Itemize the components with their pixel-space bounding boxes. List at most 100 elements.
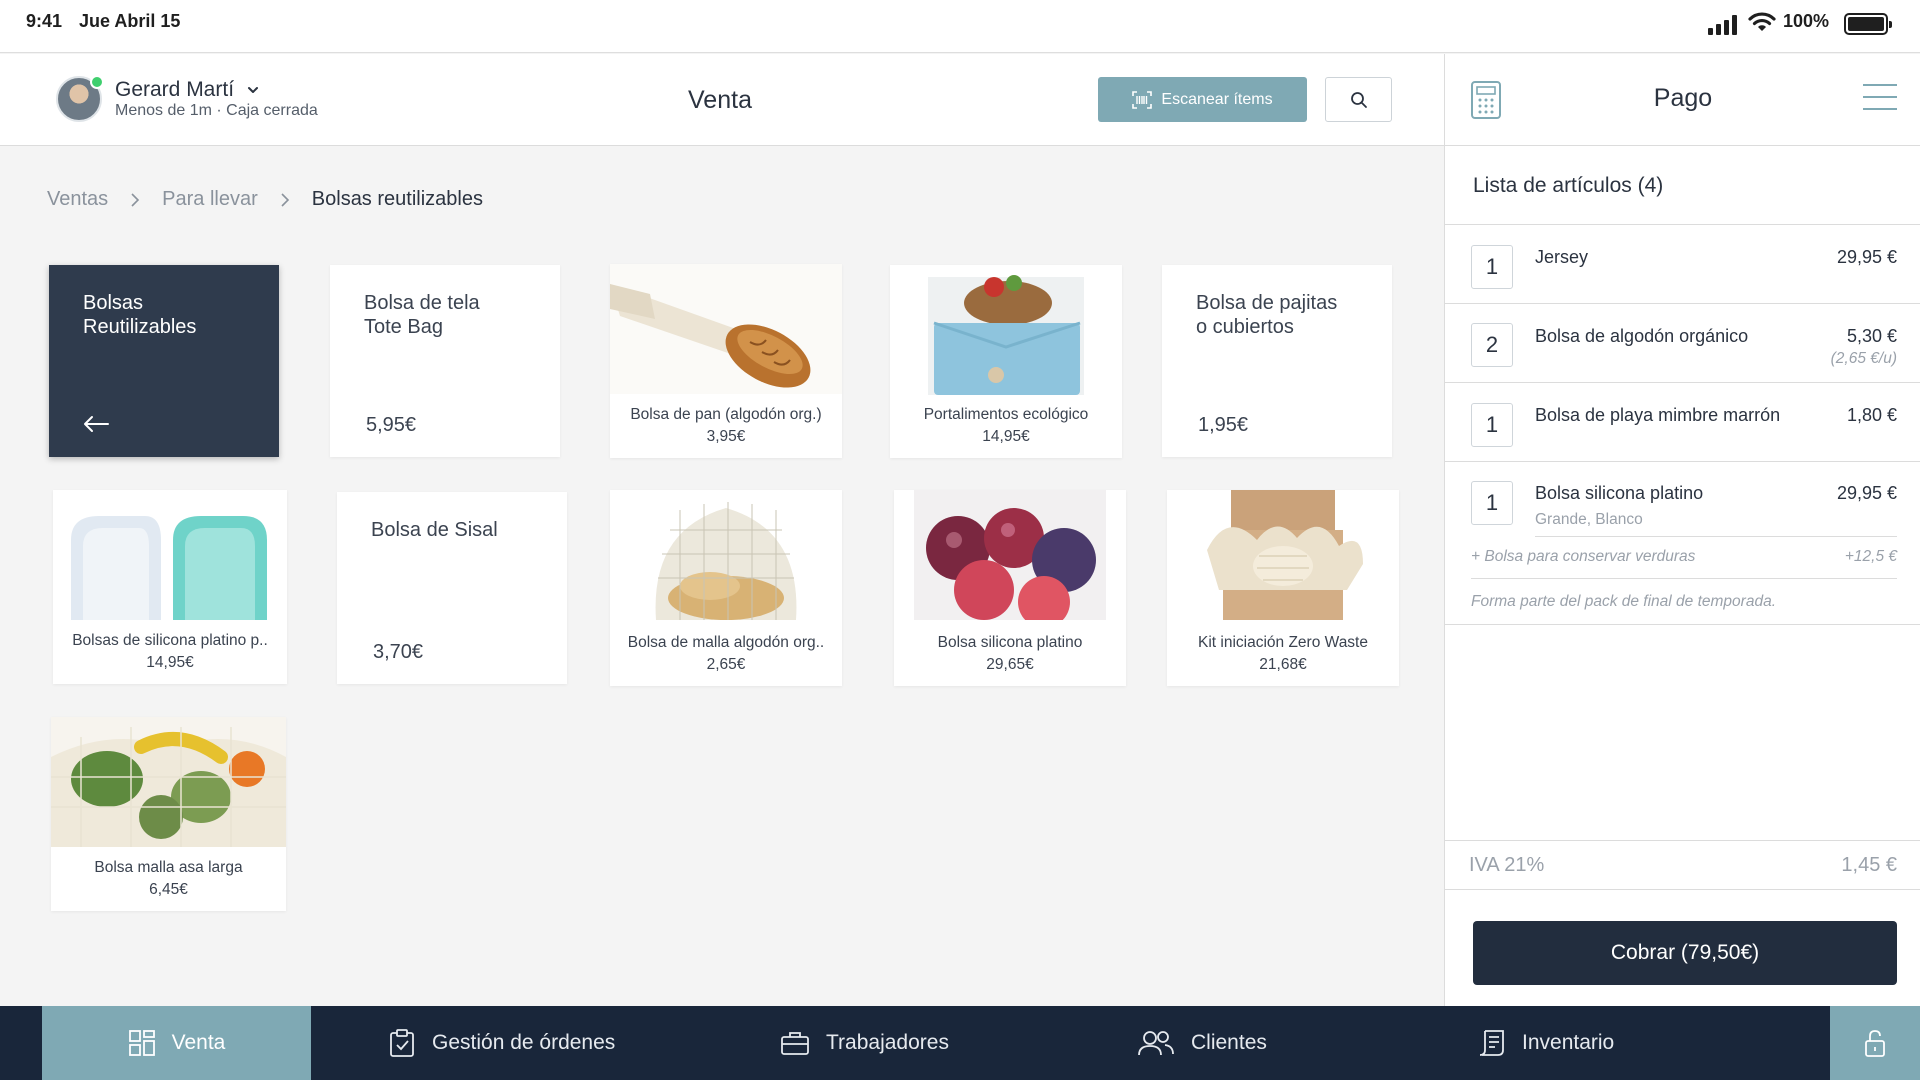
item-note: Forma parte del pack de final de tempora… [1471, 593, 1777, 610]
item-quantity[interactable]: 1 [1471, 245, 1513, 289]
product-price: 3,95€ [706, 428, 746, 445]
clipboard-check-icon [390, 1029, 414, 1057]
divider [1471, 578, 1897, 579]
hamburger-menu-icon[interactable] [1863, 84, 1897, 120]
item-name: Bolsa silicona platino [1535, 483, 1704, 503]
product-tile[interactable]: Bolsa de tela Tote Bag 5,95€ [330, 265, 560, 457]
zero-waste-kit-image [1167, 490, 1399, 620]
breadcrumb-bolsas-reutilizables: Bolsas reutilizables [311, 188, 483, 210]
silicone-bags-image [53, 490, 287, 620]
breadcrumb-ventas[interactable]: Ventas [47, 188, 108, 211]
breadcrumb-para-llevar[interactable]: Para llevar [162, 188, 258, 211]
bread-bag-image [610, 264, 842, 394]
product-tile[interactable]: Bolsa de pan (algodón org.) 3,95€ [610, 264, 842, 458]
item-price: 29,95 € [1836, 247, 1897, 267]
item-name: Bolsa de algodón orgánico [1535, 326, 1749, 346]
cellular-signal-icon [1708, 13, 1737, 35]
product-name: Bolsa de pan (algodón org.) [630, 406, 822, 423]
payment-title: Pago [1653, 84, 1713, 112]
product-caption: Bolsa de malla algodón org.. 2,65€ [610, 632, 842, 676]
cart-item[interactable]: 1 Bolsa silicona platino 29,95 € Grande,… [1445, 461, 1920, 591]
sale-header: Gerard Martí Menos de 1m · Caja cerrada … [0, 54, 1444, 146]
product-tile[interactable]: Bolsa de Sisal 3,70€ [337, 492, 567, 684]
product-price: 5,95€ [366, 414, 417, 436]
search-button[interactable] [1325, 77, 1392, 122]
cart-item[interactable]: 1 Bolsa de playa mimbre marrón 1,80 € [1445, 382, 1920, 462]
product-tile[interactable]: Bolsas de silicona platino p.. 14,95€ [53, 490, 287, 684]
product-price: 29,65€ [986, 656, 1034, 673]
cart-item[interactable]: 2 Bolsa de algodón orgánico 5,30 € (2,65… [1445, 303, 1920, 383]
barcode-scan-icon [1132, 90, 1153, 109]
product-tile[interactable]: Bolsa silicona platino 29,65€ [894, 490, 1126, 686]
status-date: Jue Abril 15 [79, 11, 181, 31]
addon-label: + Bolsa para conservar verduras [1471, 548, 1696, 565]
lock-icon [1865, 1030, 1885, 1057]
nav-trabajadores[interactable]: Trabajadores [780, 1006, 949, 1080]
nav-label: Venta [171, 1031, 226, 1054]
product-price: 6,45€ [149, 881, 188, 898]
nav-label: Gestión de órdenes [432, 1031, 616, 1054]
item-quantity[interactable]: 1 [1471, 481, 1513, 525]
product-tile[interactable]: Kit iniciación Zero Waste 21,68€ [1167, 490, 1399, 686]
mesh-bag-image [610, 490, 842, 620]
product-name: Bolsas de silicona platino p.. [72, 632, 268, 649]
nav-label: Clientes [1191, 1031, 1267, 1054]
nav-clientes[interactable]: Clientes [1137, 1006, 1267, 1080]
search-icon [1350, 91, 1367, 108]
product-name: Bolsa de Sisal [371, 519, 498, 541]
charge-button[interactable]: Cobrar (79,50€) [1473, 921, 1897, 985]
product-price: 1,95€ [1198, 414, 1249, 436]
wifi-icon [1748, 12, 1776, 31]
product-caption: Bolsas de silicona platino p.. 14,95€ [53, 630, 287, 674]
product-tile[interactable]: Bolsa malla asa larga 6,45€ [51, 717, 286, 911]
scan-items-button[interactable]: Escanear ítems [1098, 77, 1307, 122]
item-variant: Grande, Blanco [1535, 511, 1643, 528]
nav-inventario[interactable]: Inventario [1478, 1006, 1614, 1080]
product-caption: Bolsa de pan (algodón org.) 3,95€ [610, 404, 842, 448]
users-icon [1138, 1031, 1174, 1056]
product-name: Kit iniciación Zero Waste [1198, 634, 1368, 651]
product-caption: Bolsa silicona platino 29,65€ [894, 632, 1126, 676]
cart-item[interactable]: 1 Jersey 29,95 € [1445, 224, 1920, 304]
chevron-right-icon [267, 192, 303, 208]
tax-value: 1,45 € [1841, 854, 1897, 876]
addon-price: +12,5 € [1844, 548, 1897, 565]
product-name: Bolsa silicona platino [937, 634, 1083, 651]
item-name: Jersey [1535, 247, 1589, 267]
product-caption: Portalimentos ecológico 14,95€ [890, 404, 1122, 448]
product-name: Bolsa de tela Tote Bag [364, 292, 480, 338]
product-tile[interactable]: Bolsa de malla algodón org.. 2,65€ [610, 490, 842, 686]
nav-venta[interactable]: Venta [42, 1006, 311, 1080]
tomato-bag-image [894, 490, 1126, 620]
item-addon: + Bolsa para conservar verduras +12,5 € [1471, 548, 1897, 566]
status-bar: 9:41 Jue Abril 15 100% [0, 0, 1920, 53]
food-wrap-image [890, 265, 1122, 395]
item-quantity[interactable]: 1 [1471, 403, 1513, 447]
inventory-icon [1479, 1030, 1504, 1056]
scan-items-label: Escanear ítems [1161, 90, 1273, 108]
grid-icon [128, 1030, 155, 1056]
product-tile[interactable]: Portalimentos ecológico 14,95€ [890, 265, 1122, 458]
product-name: Bolsa de pajitas o cubiertos [1196, 292, 1338, 338]
divider [1445, 624, 1920, 625]
product-price: 3,70€ [373, 641, 424, 663]
lock-button[interactable] [1830, 1006, 1920, 1080]
bottom-navigation: Venta Gestión de órdenes Trabajadores Cl… [0, 1006, 1920, 1080]
item-list-title: Lista de artículos (4) [1473, 174, 1664, 197]
product-name: Bolsa malla asa larga [94, 859, 243, 876]
category-title: Bolsas Reutilizables [83, 292, 197, 338]
battery-icon [1844, 13, 1892, 35]
item-quantity[interactable]: 2 [1471, 323, 1513, 367]
nav-label: Inventario [1522, 1031, 1615, 1054]
product-price: 2,65€ [706, 656, 746, 673]
product-price: 14,95€ [982, 428, 1030, 445]
breadcrumb: Ventas Para llevar Bolsas reutilizables [47, 188, 483, 211]
arrow-left-icon [84, 416, 109, 432]
chevron-right-icon [117, 192, 153, 208]
category-tile-back[interactable]: Bolsas Reutilizables [49, 265, 279, 457]
product-caption: Bolsa malla asa larga 6,45€ [51, 857, 286, 901]
tax-row: IVA 21% 1,45 € [1445, 840, 1920, 890]
tax-label: IVA 21% [1469, 854, 1545, 876]
nav-gestion-ordenes[interactable]: Gestión de órdenes [388, 1006, 615, 1080]
product-tile[interactable]: Bolsa de pajitas o cubiertos 1,95€ [1162, 265, 1392, 457]
